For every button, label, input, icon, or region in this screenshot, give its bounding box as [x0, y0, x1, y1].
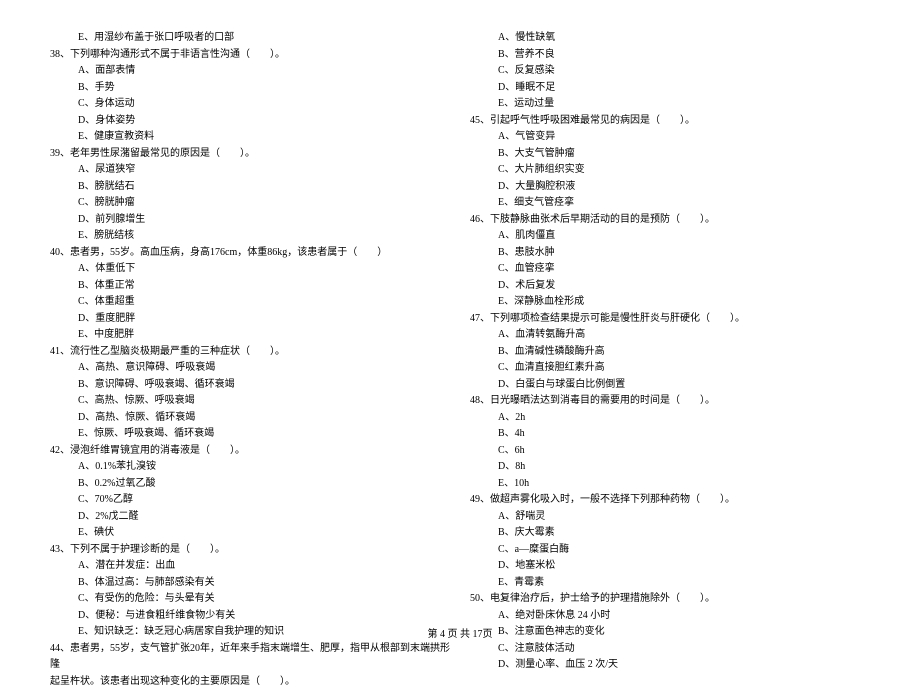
question-38: 38、下列哪种沟通形式不属于非语言性沟通（ ）。 A、面部表情 B、手势 C、身… — [50, 47, 450, 146]
q44-opt-a: A、慢性缺氧 — [470, 30, 870, 47]
q40-opt-e: E、中度肥胖 — [50, 327, 450, 344]
q50-stem: 50、电复律治疗后，护士给予的护理措施除外（ ）。 — [470, 591, 870, 608]
q50-opt-a: A、绝对卧床休息 24 小时 — [470, 608, 870, 625]
q50-opt-d: D、测量心率、血压 2 次/天 — [470, 657, 870, 674]
q49-opt-a: A、舒喘灵 — [470, 509, 870, 526]
q41-stem: 41、流行性乙型脑炎极期最严重的三种症状（ ）。 — [50, 344, 450, 361]
q44-stem: 44、患者男，55岁，支气管扩张20年，近年来手指末端增生、肥厚，指甲从根部到末… — [50, 641, 450, 674]
q45-stem: 45、引起呼气性呼吸困难最常见的病因是（ ）。 — [470, 113, 870, 130]
q44-opt-e: E、运动过量 — [470, 96, 870, 113]
q47-stem: 47、下列哪项检查结果提示可能是慢性肝炎与肝硬化（ ）。 — [470, 311, 870, 328]
q47-opt-b: B、血清碱性磷酸酶升高 — [470, 344, 870, 361]
q38-stem: 38、下列哪种沟通形式不属于非语言性沟通（ ）。 — [50, 47, 450, 64]
q39-stem: 39、老年男性尿潴留最常见的原因是（ ）。 — [50, 146, 450, 163]
q38-opt-c: C、身体运动 — [50, 96, 450, 113]
q39-opt-b: B、膀胱结石 — [50, 179, 450, 196]
q45-opt-c: C、大片肺组织实变 — [470, 162, 870, 179]
q47-opt-c: C、血清直接胆红素升高 — [470, 360, 870, 377]
q41-opt-c: C、高热、惊厥、呼吸衰竭 — [50, 393, 450, 410]
q43-opt-c: C、有受伤的危险：与头晕有关 — [50, 591, 450, 608]
q42-opt-a: A、0.1%苯扎溴铵 — [50, 459, 450, 476]
q49-stem: 49、做超声雾化吸入时，一般不选择下列那种药物（ ）。 — [470, 492, 870, 509]
left-column: E、用湿纱布盖于张口呼吸者的口部 38、下列哪种沟通形式不属于非语言性沟通（ ）… — [50, 30, 450, 690]
q39-opt-a: A、尿道狭窄 — [50, 162, 450, 179]
q46-opt-e: E、深静脉血栓形成 — [470, 294, 870, 311]
q48-opt-d: D、8h — [470, 459, 870, 476]
q42-opt-d: D、2%戊二醛 — [50, 509, 450, 526]
q39-opt-e: E、膀胱结核 — [50, 228, 450, 245]
question-48: 48、日光曝晒法达到消毒目的需要用的时间是（ ）。 A、2h B、4h C、6h… — [470, 393, 870, 492]
q45-opt-e: E、细支气管痉挛 — [470, 195, 870, 212]
q43-opt-d: D、便秘：与进食粗纤维食物少有关 — [50, 608, 450, 625]
page-footer: 第 4 页 共 17页 — [0, 625, 920, 640]
q47-opt-a: A、血清转氨酶升高 — [470, 327, 870, 344]
question-41: 41、流行性乙型脑炎极期最严重的三种症状（ ）。 A、高热、意识障碍、呼吸衰竭 … — [50, 344, 450, 443]
q48-opt-e: E、10h — [470, 476, 870, 493]
q48-opt-b: B、4h — [470, 426, 870, 443]
question-42: 42、浸泡纤维胃镜宜用的消毒液是（ ）。 A、0.1%苯扎溴铵 B、0.2%过氧… — [50, 443, 450, 542]
question-39: 39、老年男性尿潴留最常见的原因是（ ）。 A、尿道狭窄 B、膀胱结石 C、膀胱… — [50, 146, 450, 245]
q44-opt-c: C、反复感染 — [470, 63, 870, 80]
q40-opt-b: B、体重正常 — [50, 278, 450, 295]
question-46: 46、下肢静脉曲张术后早期活动的目的是预防（ ）。 A、肌肉僵直 B、患肢水肿 … — [470, 212, 870, 311]
question-44: 44、患者男，55岁，支气管扩张20年，近年来手指末端增生、肥厚，指甲从根部到末… — [50, 641, 450, 690]
q49-opt-b: B、庆大霉素 — [470, 525, 870, 542]
right-column: A、慢性缺氧 B、营养不良 C、反复感染 D、睡眠不足 E、运动过量 45、引起… — [470, 30, 870, 690]
q38-opt-b: B、手势 — [50, 80, 450, 97]
q42-stem: 42、浸泡纤维胃镜宜用的消毒液是（ ）。 — [50, 443, 450, 460]
q47-opt-d: D、白蛋白与球蛋白比例倒置 — [470, 377, 870, 394]
q48-opt-c: C、6h — [470, 443, 870, 460]
q41-opt-b: B、意识障碍、呼吸衰竭、循环衰竭 — [50, 377, 450, 394]
q45-opt-b: B、大支气管肿瘤 — [470, 146, 870, 163]
question-49: 49、做超声雾化吸入时，一般不选择下列那种药物（ ）。 A、舒喘灵 B、庆大霉素… — [470, 492, 870, 591]
q46-opt-b: B、患肢水肿 — [470, 245, 870, 262]
q40-opt-d: D、重度肥胖 — [50, 311, 450, 328]
q45-opt-a: A、气管变异 — [470, 129, 870, 146]
q41-opt-e: E、惊厥、呼吸衰竭、循环衰竭 — [50, 426, 450, 443]
q40-opt-c: C、体重超重 — [50, 294, 450, 311]
q42-opt-b: B、0.2%过氧乙酸 — [50, 476, 450, 493]
q40-stem: 40、患者男，55岁。高血压病，身高176cm，体重86kg，该患者属于（ ） — [50, 245, 450, 262]
q48-stem: 48、日光曝晒法达到消毒目的需要用的时间是（ ）。 — [470, 393, 870, 410]
q38-opt-e: E、健康宣教资料 — [50, 129, 450, 146]
q43-opt-b: B、体温过高：与肺部感染有关 — [50, 575, 450, 592]
q44-cont: 起呈杵状。该患者出现这种变化的主要原因是（ ）。 — [50, 674, 450, 690]
q49-opt-c: C、a—糜蛋白酶 — [470, 542, 870, 559]
q44-opt-b: B、营养不良 — [470, 47, 870, 64]
q42-opt-c: C、70%乙醇 — [50, 492, 450, 509]
q46-stem: 46、下肢静脉曲张术后早期活动的目的是预防（ ）。 — [470, 212, 870, 229]
q38-opt-d: D、身体姿势 — [50, 113, 450, 130]
q39-opt-c: C、膀胱肿瘤 — [50, 195, 450, 212]
q43-opt-a: A、潜在并发症：出血 — [50, 558, 450, 575]
q39-opt-d: D、前列腺增生 — [50, 212, 450, 229]
exam-content: E、用湿纱布盖于张口呼吸者的口部 38、下列哪种沟通形式不属于非语言性沟通（ ）… — [50, 30, 870, 690]
q49-opt-d: D、地塞米松 — [470, 558, 870, 575]
q40-opt-a: A、体重低下 — [50, 261, 450, 278]
q49-opt-e: E、青霉素 — [470, 575, 870, 592]
q41-opt-d: D、高热、惊厥、循环衰竭 — [50, 410, 450, 427]
q37-option-e: E、用湿纱布盖于张口呼吸者的口部 — [50, 30, 450, 47]
q48-opt-a: A、2h — [470, 410, 870, 427]
q44-opt-d: D、睡眠不足 — [470, 80, 870, 97]
question-45: 45、引起呼气性呼吸困难最常见的病因是（ ）。 A、气管变异 B、大支气管肿瘤 … — [470, 113, 870, 212]
q45-opt-d: D、大量胸腔积液 — [470, 179, 870, 196]
q46-opt-a: A、肌肉僵直 — [470, 228, 870, 245]
q43-stem: 43、下列不属于护理诊断的是（ ）。 — [50, 542, 450, 559]
q50-opt-c: C、注意肢体活动 — [470, 641, 870, 658]
q46-opt-d: D、术后复发 — [470, 278, 870, 295]
q38-opt-a: A、面部表情 — [50, 63, 450, 80]
q42-opt-e: E、碘伏 — [50, 525, 450, 542]
q41-opt-a: A、高热、意识障碍、呼吸衰竭 — [50, 360, 450, 377]
question-47: 47、下列哪项检查结果提示可能是慢性肝炎与肝硬化（ ）。 A、血清转氨酶升高 B… — [470, 311, 870, 394]
q46-opt-c: C、血管痉挛 — [470, 261, 870, 278]
question-40: 40、患者男，55岁。高血压病，身高176cm，体重86kg，该患者属于（ ） … — [50, 245, 450, 344]
